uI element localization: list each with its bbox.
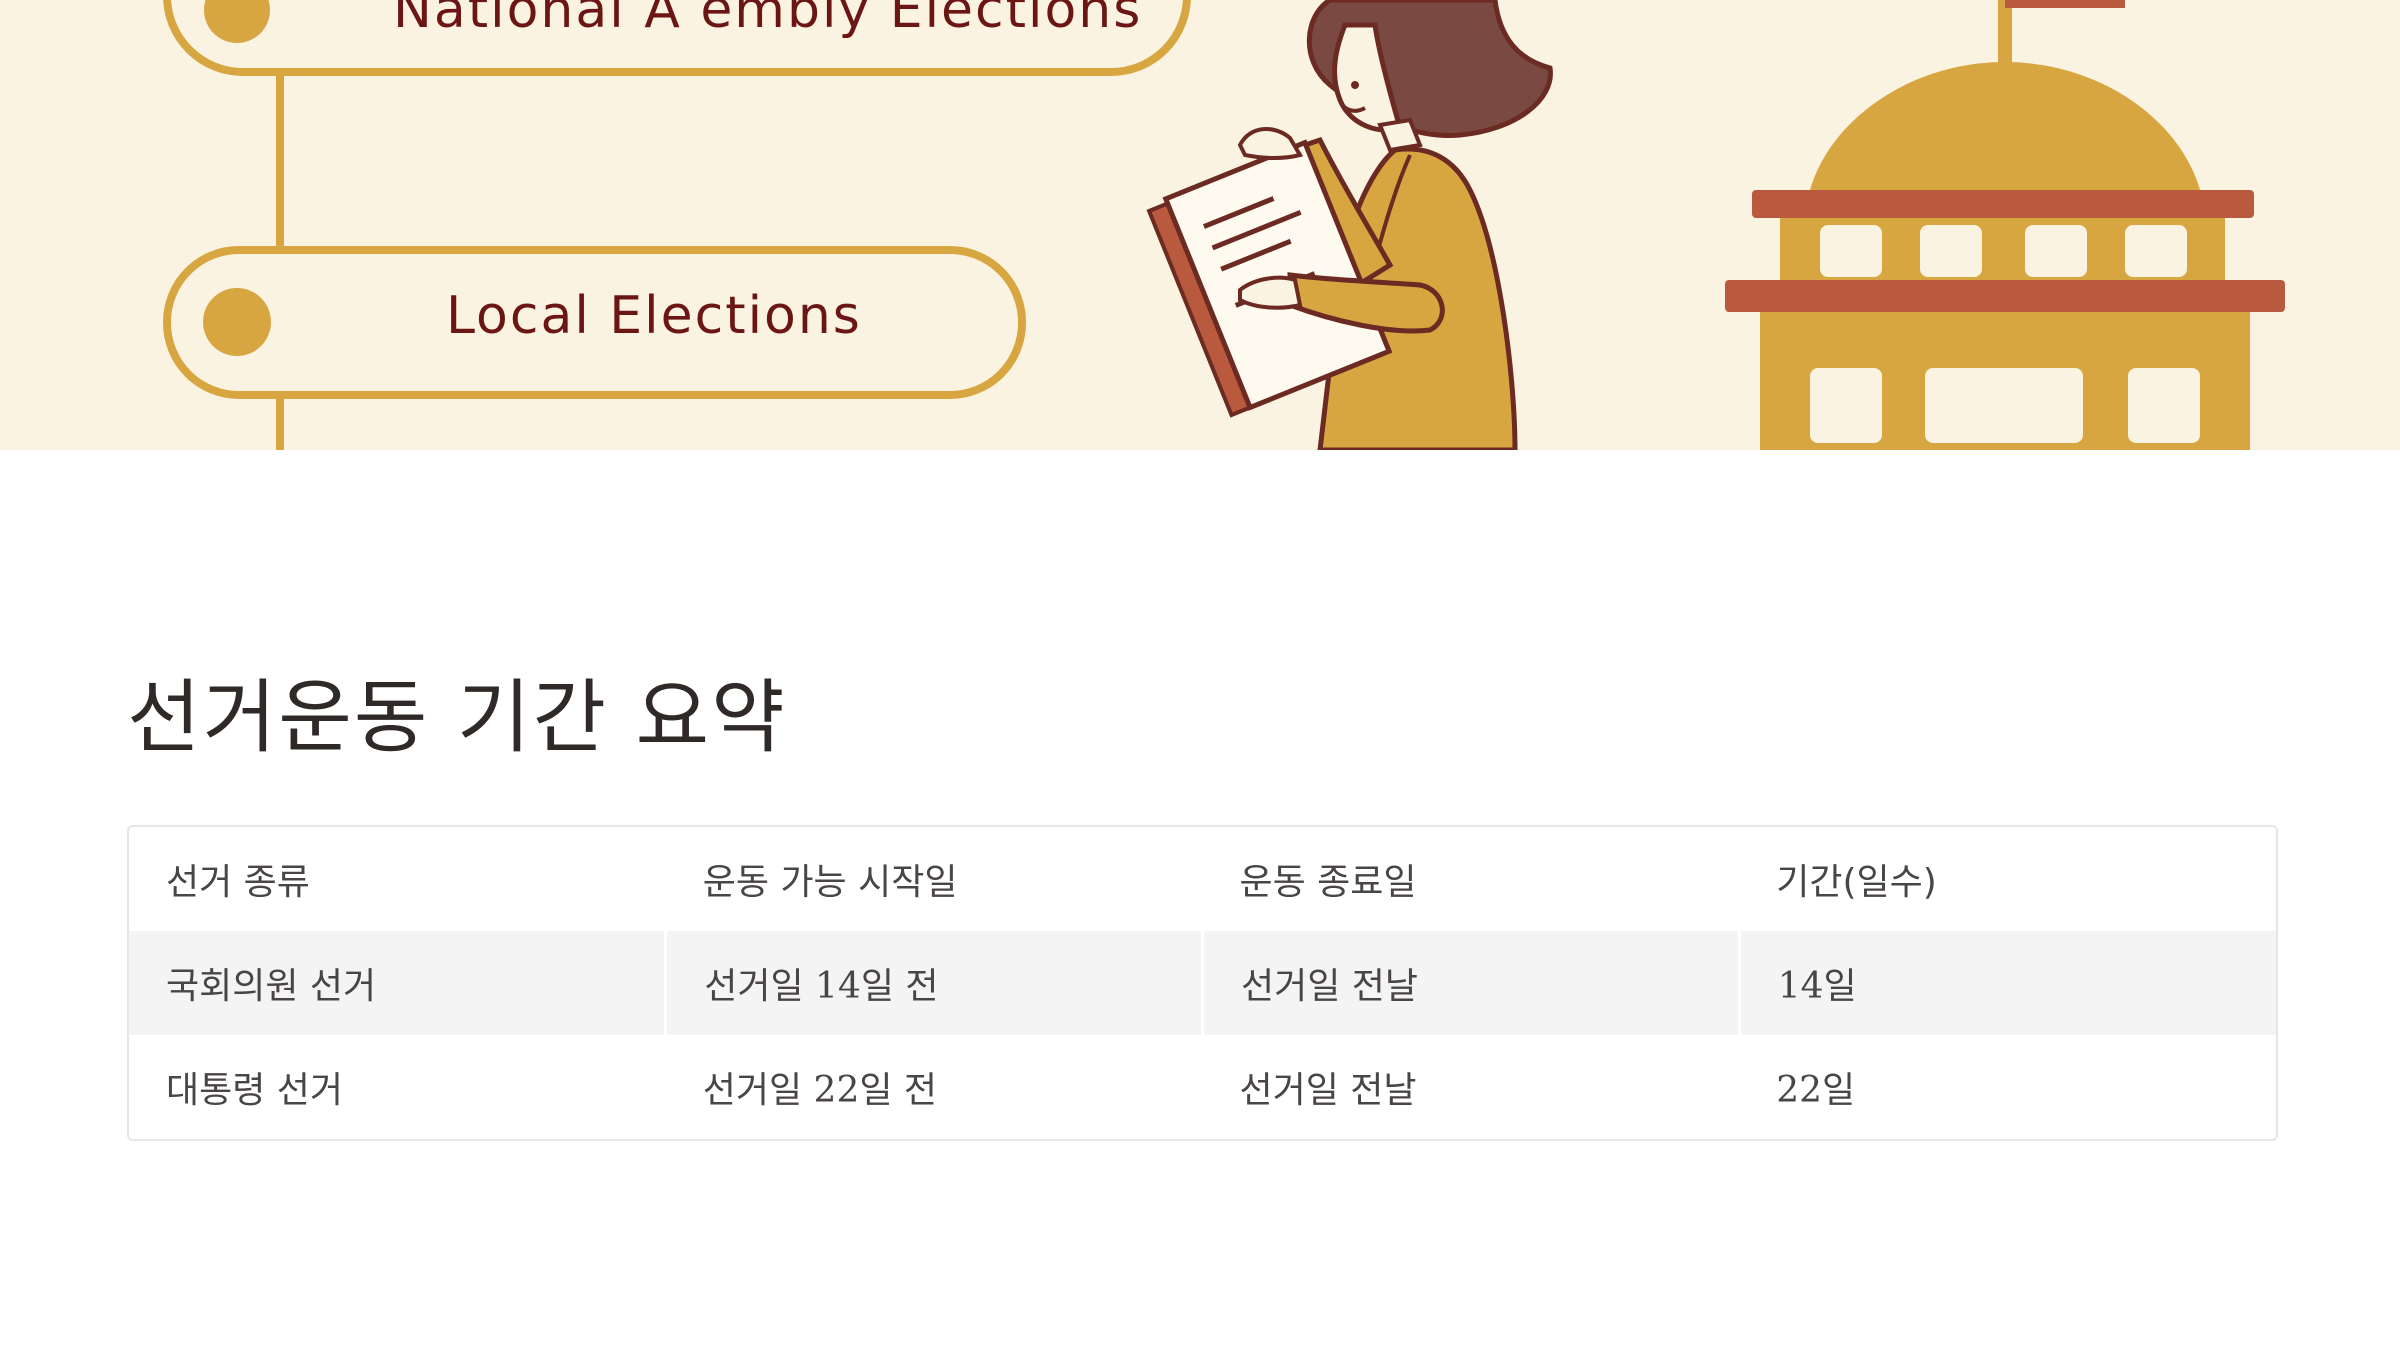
table-cell-duration: 14일 (1737, 931, 2276, 1035)
table-cell-duration: 22일 (1776, 1070, 1856, 1111)
table-cell-election-type: 대통령 선거 (166, 1070, 344, 1111)
table-cell-end-date: 선거일 전날 (1239, 1070, 1417, 1111)
table-cell-election-type: 국회의원 선거 (129, 931, 666, 1035)
hero-banner: National A embly Elections Local Electio… (0, 0, 2400, 450)
woman-reading-illustration (1146, 0, 1553, 450)
capitol-building-illustration (1725, 0, 2285, 450)
page-title: 선거운동 기간 요약 (127, 671, 787, 764)
column-header-start-date: 운동 가능 시작일 (702, 862, 958, 903)
column-header-end-date: 운동 종료일 (1239, 862, 1417, 903)
hero-illustration (163, 0, 2285, 450)
timeline-label-local-elections: Local Elections (446, 286, 862, 346)
table-cell-start-date: 선거일 14일 전 (664, 931, 1203, 1035)
column-header-duration: 기간(일수) (1776, 862, 1937, 903)
column-header-election-type: 선거 종류 (166, 862, 310, 903)
timeline-label-national-assembly: National A embly Elections (393, 0, 1143, 40)
table-row: 국회의원 선거 선거일 14일 전 선거일 전날 14일 (129, 931, 2276, 1035)
table-row: 대통령 선거 선거일 22일 전 선거일 전날 22일 (129, 1035, 2276, 1139)
table-header-row: 선거 종류 운동 가능 시작일 운동 종료일 기간(일수) (129, 827, 2276, 931)
table-cell-start-date: 선거일 22일 전 (702, 1070, 938, 1111)
campaign-period-table: 선거 종류 운동 가능 시작일 운동 종료일 기간(일수) 국회의원 선거 선거… (127, 825, 2278, 1141)
timeline-dot-icon (203, 288, 271, 356)
table-cell-end-date: 선거일 전날 (1201, 931, 1740, 1035)
